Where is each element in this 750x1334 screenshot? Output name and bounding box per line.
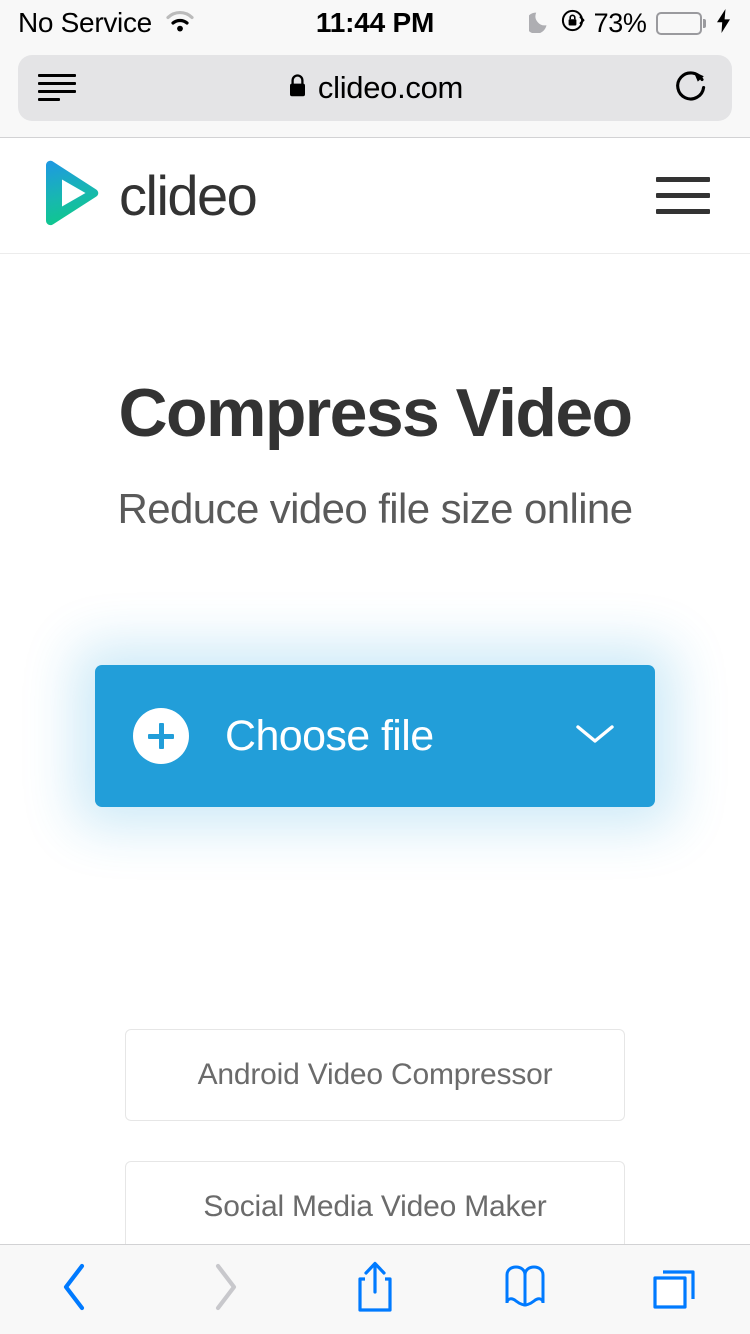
rotation-lock-icon	[560, 8, 585, 38]
status-bar-right: 73%	[525, 7, 732, 39]
battery-percent-label: 73%	[593, 7, 647, 38]
reader-view-icon[interactable]	[38, 74, 76, 101]
url-display: clideo.com	[18, 70, 732, 106]
tabs-button[interactable]	[600, 1245, 750, 1334]
related-links-list: Android Video Compressor Social Media Vi…	[0, 1029, 750, 1254]
cta-section: Choose file	[0, 665, 750, 808]
status-bar-left: No Service	[18, 7, 196, 39]
forward-button[interactable]	[150, 1245, 300, 1334]
moon-icon	[525, 9, 551, 38]
brand-name: clideo	[119, 164, 258, 227]
address-bar[interactable]: clideo.com	[18, 54, 732, 121]
safari-url-bar-zone: clideo.com	[0, 46, 750, 138]
wifi-icon	[164, 9, 196, 38]
bookmarks-button[interactable]	[450, 1245, 600, 1334]
forward-chevron-icon	[208, 1260, 242, 1319]
clock-label: 11:44 PM	[315, 7, 435, 38]
brand-logo[interactable]: clideo	[40, 160, 258, 231]
chevron-down-icon[interactable]	[573, 720, 617, 753]
ios-status-bar: No Service 11:44 PM 73%	[0, 0, 750, 46]
lightning-bolt-icon	[715, 8, 732, 39]
tabs-icon	[649, 1261, 701, 1318]
battery-icon	[655, 11, 706, 35]
url-text: clideo.com	[317, 69, 464, 105]
share-button[interactable]	[300, 1245, 450, 1334]
hero-section: Compress Video Reduce video file size on…	[0, 254, 750, 533]
list-item[interactable]: Social Media Video Maker	[125, 1161, 625, 1254]
share-icon	[354, 1259, 396, 1320]
choose-file-button[interactable]: Choose file	[95, 665, 655, 808]
carrier-label: No Service	[18, 7, 152, 38]
reload-icon[interactable]	[672, 65, 712, 110]
clideo-play-logo-icon	[40, 160, 102, 231]
lock-icon	[287, 72, 308, 104]
list-item[interactable]: Android Video Compressor	[125, 1029, 625, 1122]
hamburger-menu-icon[interactable]	[656, 173, 710, 218]
page-subtitle: Reduce video file size online	[117, 485, 634, 533]
plus-circle-icon	[133, 708, 189, 765]
choose-file-label: Choose file	[225, 711, 434, 760]
bookmarks-book-icon	[499, 1263, 551, 1316]
back-chevron-icon	[58, 1260, 92, 1319]
safari-bottom-toolbar	[0, 1244, 750, 1334]
page-title: Compress Video	[118, 375, 634, 451]
site-header: clideo	[0, 138, 750, 254]
phone-screen: No Service 11:44 PM 73% clideo.com clide…	[0, 0, 750, 1334]
page-content: Compress Video Reduce video file size on…	[0, 254, 750, 1334]
back-button[interactable]	[0, 1245, 150, 1334]
